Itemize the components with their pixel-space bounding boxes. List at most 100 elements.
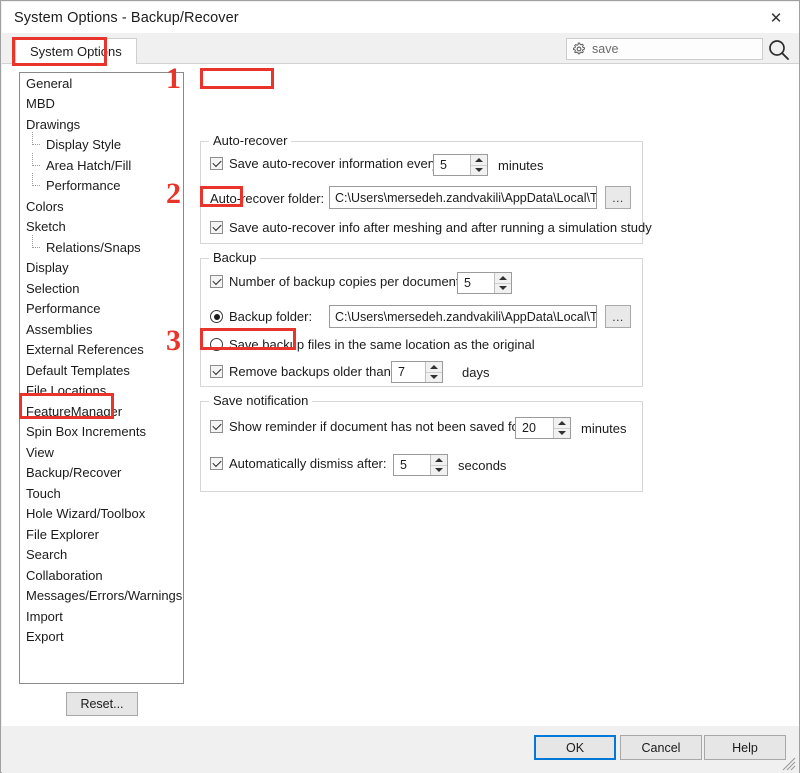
cancel-button[interactable]: Cancel bbox=[620, 735, 702, 760]
sidebar-item-display-style[interactable]: Display Style bbox=[20, 132, 183, 156]
reminder-minutes-down[interactable] bbox=[554, 427, 570, 439]
sidebar-item-default-templates[interactable]: Default Templates bbox=[20, 360, 183, 381]
sidebar-item-label: File Locations bbox=[26, 383, 107, 399]
sidebar-item-hole-wizard-toolbox[interactable]: Hole Wizard/Toolbox bbox=[20, 504, 183, 525]
sidebar-item-label: Collaboration bbox=[26, 567, 103, 583]
system-options-dialog: System Options - Backup/Recover ✕ System… bbox=[0, 0, 800, 773]
backup-copies-stepper[interactable]: 5 bbox=[457, 272, 512, 294]
remove-old-backups-row[interactable]: Remove backups older than bbox=[210, 364, 391, 379]
sidebar-item-label: Backup/Recover bbox=[26, 465, 122, 481]
sidebar-item-area-hatch-fill[interactable]: Area Hatch/Fill bbox=[20, 152, 183, 176]
sidebar-item-label: Colors bbox=[26, 198, 64, 214]
backup-folder-radio-row[interactable]: Backup folder: bbox=[210, 309, 312, 324]
remove-old-backups-down[interactable] bbox=[426, 371, 442, 383]
reminder-minutes-up[interactable] bbox=[554, 418, 570, 428]
backup-copies-down[interactable] bbox=[495, 282, 511, 294]
autorecover-interval-up[interactable] bbox=[471, 155, 487, 165]
remove-old-backups-unit: days bbox=[462, 365, 490, 380]
sidebar-item-drawings[interactable]: Drawings bbox=[20, 114, 183, 135]
sidebar-item-label: FeatureManager bbox=[26, 403, 123, 419]
reminder-minutes-arrows[interactable] bbox=[553, 418, 570, 438]
sidebar-item-file-locations[interactable]: File Locations bbox=[20, 381, 183, 402]
sidebar-item-export[interactable]: Export bbox=[20, 627, 183, 648]
show-reminder-checkbox[interactable] bbox=[210, 420, 223, 433]
sidebar-item-sketch[interactable]: Sketch bbox=[20, 217, 183, 238]
sidebar-item-label: Import bbox=[26, 608, 63, 624]
sidebar-item-display[interactable]: Display bbox=[20, 258, 183, 279]
auto-dismiss-down[interactable] bbox=[431, 464, 447, 476]
sidebar-item-messages-errors-warnings[interactable]: Messages/Errors/Warnings bbox=[20, 586, 183, 607]
remove-old-backups-stepper[interactable]: 7 bbox=[391, 361, 443, 383]
auto-dismiss-up[interactable] bbox=[431, 455, 447, 465]
tree-connector-icon bbox=[28, 152, 44, 172]
backup-folder-radio[interactable] bbox=[210, 310, 223, 323]
auto-dismiss-checkbox[interactable] bbox=[210, 457, 223, 470]
sidebar-item-general[interactable]: General bbox=[20, 73, 183, 94]
save-notification-legend: Save notification bbox=[209, 393, 313, 408]
save-after-meshing-checkbox[interactable] bbox=[210, 221, 223, 234]
backup-copies-row[interactable]: Number of backup copies per document: bbox=[210, 274, 463, 289]
auto-dismiss-row[interactable]: Automatically dismiss after: bbox=[210, 456, 387, 471]
sidebar-item-search[interactable]: Search bbox=[20, 545, 183, 566]
sidebar-item-backup-recover[interactable]: Backup/Recover bbox=[20, 463, 183, 484]
sidebar-item-selection[interactable]: Selection bbox=[20, 278, 183, 299]
sidebar-item-assemblies[interactable]: Assemblies bbox=[20, 319, 183, 340]
close-icon[interactable]: ✕ bbox=[753, 2, 799, 33]
backup-copies-value: 5 bbox=[464, 276, 471, 290]
sidebar-item-import[interactable]: Import bbox=[20, 606, 183, 627]
sidebar-item-view[interactable]: View bbox=[20, 442, 183, 463]
sidebar-item-external-references[interactable]: External References bbox=[20, 340, 183, 361]
help-button[interactable]: Help bbox=[704, 735, 786, 760]
sidebar-item-label: File Explorer bbox=[26, 526, 99, 542]
remove-old-backups-arrows[interactable] bbox=[425, 362, 442, 382]
backup-folder-browse-button[interactable]: ... bbox=[605, 305, 631, 328]
auto-recover-folder-input[interactable]: C:\Users\mersedeh.zandvakili\AppData\Loc… bbox=[329, 186, 597, 209]
autorecover-interval-down[interactable] bbox=[471, 164, 487, 176]
sidebar-item-spin-box-increments[interactable]: Spin Box Increments bbox=[20, 422, 183, 443]
sidebar-item-collaboration[interactable]: Collaboration bbox=[20, 565, 183, 586]
sidebar-item-touch[interactable]: Touch bbox=[20, 483, 183, 504]
backup-copies-checkbox[interactable] bbox=[210, 275, 223, 288]
sidebar-item-featuremanager[interactable]: FeatureManager bbox=[20, 401, 183, 422]
sidebar-item-label: Drawings bbox=[26, 116, 81, 132]
sidebar-item-performance[interactable]: Performance bbox=[20, 299, 183, 320]
backup-copies-up[interactable] bbox=[495, 273, 511, 283]
sidebar-item-mbd[interactable]: MBD bbox=[20, 94, 183, 115]
search-icon[interactable] bbox=[766, 37, 792, 63]
auto-dismiss-value: 5 bbox=[400, 458, 407, 472]
sidebar-item-file-explorer[interactable]: File Explorer bbox=[20, 524, 183, 545]
save-autorecover-every-checkbox[interactable] bbox=[210, 157, 223, 170]
search-input[interactable]: save bbox=[566, 38, 763, 60]
backup-folder-input[interactable]: C:\Users\mersedeh.zandvakili\AppData\Loc… bbox=[329, 305, 597, 328]
dialog-body: General MBD Drawings Display Style Area Hatc… bbox=[2, 64, 799, 726]
remove-old-backups-up[interactable] bbox=[426, 362, 442, 372]
reminder-minutes-stepper[interactable]: 20 bbox=[515, 417, 571, 439]
show-reminder-row[interactable]: Show reminder if document has not been s… bbox=[210, 419, 527, 434]
backup-same-location-row[interactable]: Save backup files in the same location a… bbox=[210, 337, 535, 352]
backup-folder-radio-label: Backup folder: bbox=[229, 309, 313, 324]
resize-grip-icon[interactable] bbox=[782, 757, 796, 771]
backup-copies-arrows[interactable] bbox=[494, 273, 511, 293]
auto-dismiss-stepper[interactable]: 5 bbox=[393, 454, 448, 476]
reset-button-label: Reset... bbox=[80, 697, 124, 711]
sidebar-item-relations-snaps[interactable]: Relations/Snaps bbox=[20, 234, 183, 258]
remove-old-backups-checkbox[interactable] bbox=[210, 365, 223, 378]
backup-same-location-radio[interactable] bbox=[210, 338, 223, 351]
save-after-meshing-row[interactable]: Save auto-recover info after meshing and… bbox=[210, 220, 652, 235]
gear-icon bbox=[573, 42, 585, 55]
autorecover-interval-value: 5 bbox=[440, 158, 447, 172]
tab-system-options[interactable]: System Options bbox=[15, 38, 137, 64]
auto-recover-folder-browse-button[interactable]: ... bbox=[605, 186, 631, 209]
sidebar-item-performance[interactable]: Performance bbox=[20, 173, 183, 197]
auto-dismiss-arrows[interactable] bbox=[430, 455, 447, 475]
sidebar-item-colors[interactable]: Colors bbox=[20, 196, 183, 217]
ok-button-label: OK bbox=[565, 740, 585, 755]
reminder-minutes-value: 20 bbox=[522, 421, 536, 435]
autorecover-interval-stepper[interactable]: 5 bbox=[433, 154, 488, 176]
ok-button[interactable]: OK bbox=[534, 735, 616, 760]
save-autorecover-every-row[interactable]: Save auto-recover information every: bbox=[210, 156, 442, 171]
options-tree[interactable]: General MBD Drawings Display Style Area Hatc… bbox=[19, 72, 184, 684]
autorecover-interval-arrows[interactable] bbox=[470, 155, 487, 175]
auto-dismiss-unit: seconds bbox=[458, 458, 507, 473]
reset-button[interactable]: Reset... bbox=[66, 692, 138, 716]
